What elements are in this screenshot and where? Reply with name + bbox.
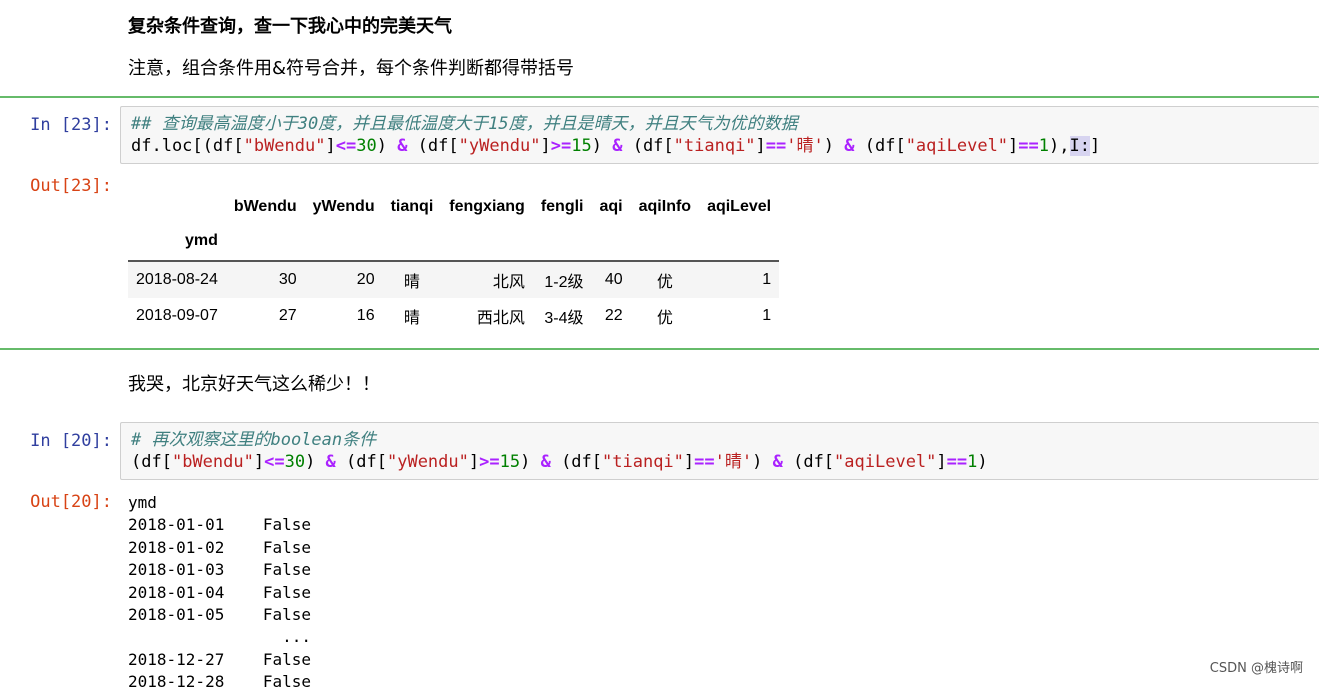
table-cell: 优 (656, 310, 673, 327)
output-prompt-20: Out[20]: (30, 492, 112, 512)
table-cell: 20 (304, 260, 383, 298)
col-header: bWendu (233, 198, 297, 215)
output-prompt-23: Out[23]: (30, 176, 112, 196)
table-cell: 优 (630, 260, 700, 298)
col-header: fengxiang (449, 198, 525, 215)
output-line: 2018-01-05 False (128, 605, 312, 625)
output-line: ymd (128, 493, 157, 512)
text-selection: I: (1069, 136, 1090, 156)
input-prompt-20: In [20]: (30, 431, 112, 451)
col-header: aqiInfo (638, 198, 692, 215)
code-line: (df["bWendu"]<=30) & (df["yWendu"]>=15) … (131, 452, 988, 472)
table-cell: 16 (356, 307, 375, 324)
row-index: 2018-09-07 (136, 307, 218, 324)
output-line: 2018-01-02 False (128, 537, 312, 557)
output-line: 2018-01-03 False (128, 560, 312, 580)
col-header: aqiLevel (707, 198, 772, 215)
code-input-20[interactable]: # 再次观察这里的boolean条件 (df["bWendu"]<=30) & … (120, 422, 1319, 480)
table-row: 2018-08-24 30 20 晴 北风 1-2级 40 优 1 (128, 260, 780, 298)
output-line: 2018-12-28 False (128, 672, 312, 692)
index-name: ymd (184, 232, 218, 249)
dataframe-table: bWendu yWendu tianqi fengxiang fengli aq… (128, 192, 780, 334)
table-cell: 3-4级 (544, 310, 584, 327)
code-line: df.loc[(df["bWendu"]<=30) & (df["yWendu"… (131, 136, 1101, 156)
table-cell: 晴 (403, 310, 420, 327)
markdown-heading: 复杂条件查询，查一下我心中的完美天气 (128, 16, 452, 37)
cell-selected-border-bottom (0, 348, 1319, 350)
markdown-note: 注意，组合条件用&符号合并，每个条件判断都得带括号 (128, 58, 575, 79)
output-line: 2018-01-04 False (128, 582, 312, 602)
col-header: fengli (540, 198, 584, 215)
table-header-row: bWendu yWendu tianqi fengxiang fengli aq… (128, 192, 779, 222)
watermark: CSDN @槐诗啊 (1209, 661, 1303, 676)
row-index: 2018-08-24 (128, 260, 226, 298)
table-cell: 北风 (441, 260, 533, 298)
table-cell: 1 (699, 260, 780, 298)
input-prompt-23: In [23]: (30, 115, 112, 135)
index-name-row: ymd (128, 222, 779, 261)
table-cell: 1 (762, 307, 772, 324)
table-cell: 27 (278, 307, 297, 324)
col-header: yWendu (312, 198, 375, 215)
output-line: ... (128, 627, 312, 647)
table-cell: 22 (604, 307, 623, 324)
table-cell: 西北风 (476, 310, 525, 327)
col-header: aqi (599, 198, 623, 215)
table-cell: 1-2级 (532, 260, 592, 298)
table-cell: 30 (225, 260, 305, 298)
code-input-23[interactable]: ## 查询最高温度小于30度，并且最低温度大于15度，并且是晴天，并且天气为优的… (120, 106, 1319, 164)
output-line: 2018-01-01 False (128, 515, 312, 535)
code-comment: # 再次观察这里的boolean条件 (131, 430, 377, 450)
table-cell: 40 (591, 260, 631, 298)
markdown-comment: 我哭，北京好天气这么稀少！！ (128, 374, 380, 395)
col-header: tianqi (390, 198, 434, 215)
table-row: 2018-09-07 27 16 晴 西北风 3-4级 22 优 1 (128, 298, 779, 334)
series-output: ymd 2018-01-01 False 2018-01-02 False 20… (128, 492, 311, 694)
output-line: 2018-12-27 False (128, 649, 312, 669)
cell-selected-border-top (0, 96, 1319, 98)
table-cell: 晴 (382, 260, 442, 298)
code-comment: ## 查询最高温度小于30度，并且最低温度大于15度，并且是晴天，并且天气为优的… (131, 114, 798, 134)
